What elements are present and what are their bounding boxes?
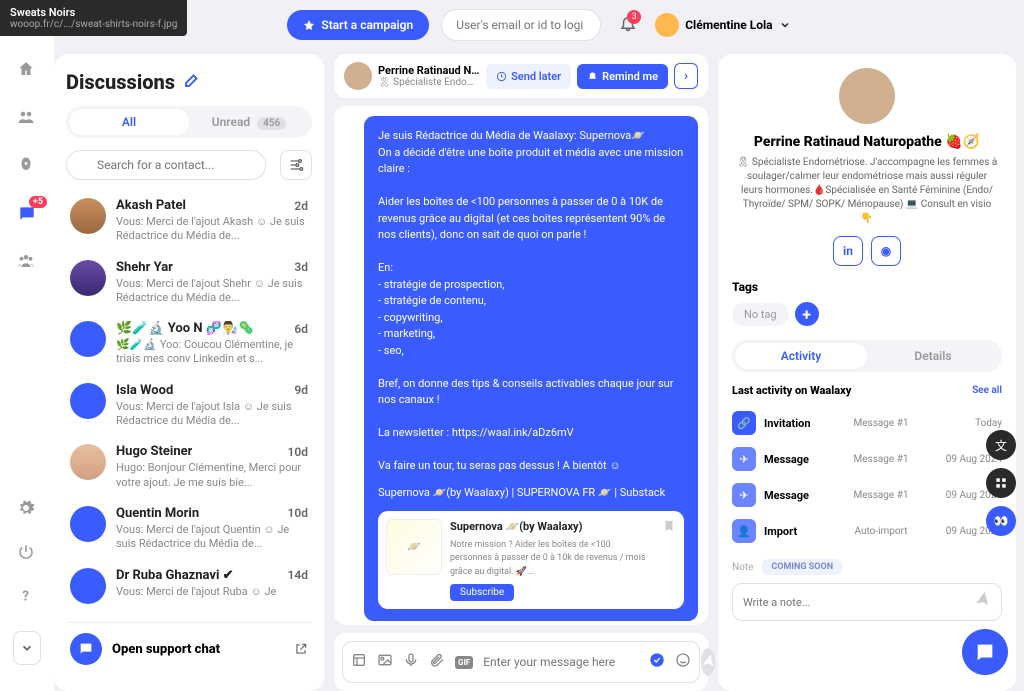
collapse-button[interactable] [13, 631, 41, 665]
discussion-item[interactable]: Akash Patel2d Vous: Merci de l'ajout Aka… [66, 190, 312, 252]
link-card[interactable]: 🪐 Supernova 🪐(by Waalaxy) Notre mission … [378, 511, 684, 609]
profile-bio: 🎗 Spécialiste Endométriose. J'accompagne… [732, 156, 1002, 226]
activity-row: 🔗 Invitation Message #1 Today [732, 405, 1002, 441]
tab-all[interactable]: All [69, 109, 189, 135]
activity-row: 👤 Import Auto-import 09 Aug 2024 [732, 513, 1002, 549]
profile-avatar [839, 68, 895, 124]
mic-icon[interactable] [403, 652, 419, 672]
check-icon[interactable] [649, 652, 665, 672]
chat-header: Perrine Ratinaud Nau... 🎗 Spécialiste En… [334, 54, 708, 98]
message-input[interactable] [483, 655, 639, 669]
remind-me-button[interactable]: Remind me [577, 64, 668, 89]
user-lookup-input[interactable] [441, 9, 601, 41]
team-icon[interactable] [17, 252, 37, 272]
activity-icon: ✈ [732, 483, 756, 507]
apps-icon[interactable] [986, 468, 1016, 498]
composer: GIF [334, 633, 708, 691]
other-social-button[interactable]: ◉ [871, 236, 901, 266]
chat-badge: +5 [29, 196, 47, 208]
discussion-tabs: All Unread 456 [66, 106, 312, 138]
avatar [70, 321, 106, 357]
intercom-button[interactable] [962, 629, 1008, 675]
bookmark-icon [662, 519, 676, 601]
card-image: 🪐 [386, 519, 442, 575]
attach-icon[interactable] [429, 652, 445, 672]
send-button[interactable] [701, 648, 715, 676]
discussion-item[interactable]: Quentin Morin10d Vous: Merci de l'ajout … [66, 498, 312, 560]
user-menu[interactable]: Clémentine Lola [655, 13, 790, 37]
discussion-item[interactable]: Hugo Steiner10d Hugo: Bonjour Clémentine… [66, 436, 312, 498]
eyes-icon[interactable]: 👀 [986, 506, 1016, 536]
settings-icon[interactable] [17, 499, 37, 519]
discussion-item[interactable]: 🌿🧪🔬 Yoo N 🧬👨‍🔬🦠6d 🌿🧪🔬 Yoo: Coucou Clémen… [66, 313, 312, 375]
message-outgoing: Je suis Rédactrice du Média de Waalaxy: … [364, 116, 698, 621]
discussions-title: Discussions [66, 70, 175, 94]
avatar [70, 260, 106, 296]
rocket-icon[interactable] [17, 156, 37, 176]
avatar [70, 383, 106, 419]
profile-tabs: Activity Details [732, 340, 1002, 372]
filter-button[interactable] [280, 150, 312, 180]
tooltip: Sweats Noirs wooop.fr/c/.../sweat-shirts… [0, 0, 187, 36]
user-avatar [655, 13, 679, 37]
support-chat-row[interactable]: Open support chat [66, 622, 312, 675]
users-icon[interactable] [17, 108, 37, 128]
avatar [70, 568, 106, 604]
note-send-icon[interactable] [971, 589, 995, 614]
image-icon[interactable] [377, 652, 393, 672]
avatar [70, 444, 106, 480]
avatar [70, 506, 106, 542]
support-icon [70, 633, 102, 665]
tab-details[interactable]: Details [867, 343, 999, 369]
discussions-panel: Discussions All Unread 456 Akash Patel2d [54, 54, 324, 691]
template-icon[interactable] [351, 652, 367, 672]
home-icon[interactable] [17, 60, 37, 80]
discussion-item[interactable]: Isla Wood9d Vous: Merci de l'ajout Isla … [66, 375, 312, 437]
profile-panel: Perrine Ratinaud Naturopathe 🍓🧭 🎗 Spécia… [718, 54, 1016, 691]
activity-icon: ✈ [732, 447, 756, 471]
help-icon[interactable]: ? [17, 587, 37, 607]
expand-button[interactable]: › [674, 63, 698, 89]
contact-avatar [344, 62, 372, 90]
note-input-wrap [732, 583, 1002, 621]
start-campaign-button[interactable]: Start a campaign [287, 10, 429, 40]
edit-icon[interactable] [183, 71, 201, 93]
tab-activity[interactable]: Activity [735, 343, 867, 369]
add-tag-button[interactable]: + [795, 302, 819, 326]
nav-sidebar: +5 ? [0, 0, 54, 691]
top-bar: Start a campaign 3 Clémentine Lola [54, 0, 1024, 50]
send-later-button[interactable]: Send later [486, 64, 571, 89]
search-input[interactable] [66, 150, 266, 180]
emoji-icon[interactable] [675, 652, 691, 672]
notifications-button[interactable]: 3 [619, 14, 637, 36]
chat-panel: Perrine Ratinaud Nau... 🎗 Spécialiste En… [334, 54, 708, 691]
subscribe-button[interactable]: Subscribe [450, 584, 514, 601]
activity-icon: 🔗 [732, 411, 756, 435]
gif-icon[interactable]: GIF [455, 656, 473, 669]
external-icon [294, 642, 308, 656]
tab-unread[interactable]: Unread 456 [189, 109, 309, 135]
svg-text:?: ? [22, 589, 29, 605]
chat-body: Je suis Rédactrice du Média de Waalaxy: … [334, 106, 708, 625]
activity-row: ✈ Message Message #1 09 Aug 2024 [732, 477, 1002, 513]
profile-name: Perrine Ratinaud Naturopathe 🍓🧭 [732, 134, 1002, 150]
avatar [70, 198, 106, 234]
power-icon[interactable] [17, 543, 37, 563]
discussion-item[interactable]: Dr Ruba Ghaznavi ✔14d Vous: Merci de l'a… [66, 560, 312, 612]
linkedin-button[interactable]: in [833, 236, 863, 266]
activity-icon: 👤 [732, 519, 756, 543]
no-tag-chip: No tag [732, 303, 789, 326]
chat-icon[interactable]: +5 [17, 204, 37, 224]
translate-icon[interactable]: 文 [986, 430, 1016, 460]
floating-tools: 文 👀 [986, 430, 1016, 536]
note-input[interactable] [743, 596, 975, 609]
see-all-link[interactable]: See all [972, 385, 1002, 396]
discussion-item[interactable]: Shehr Yar3d Vous: Merci de l'ajout Shehr… [66, 252, 312, 314]
activity-row: ✈ Message Message #1 09 Aug 2024 [732, 441, 1002, 477]
